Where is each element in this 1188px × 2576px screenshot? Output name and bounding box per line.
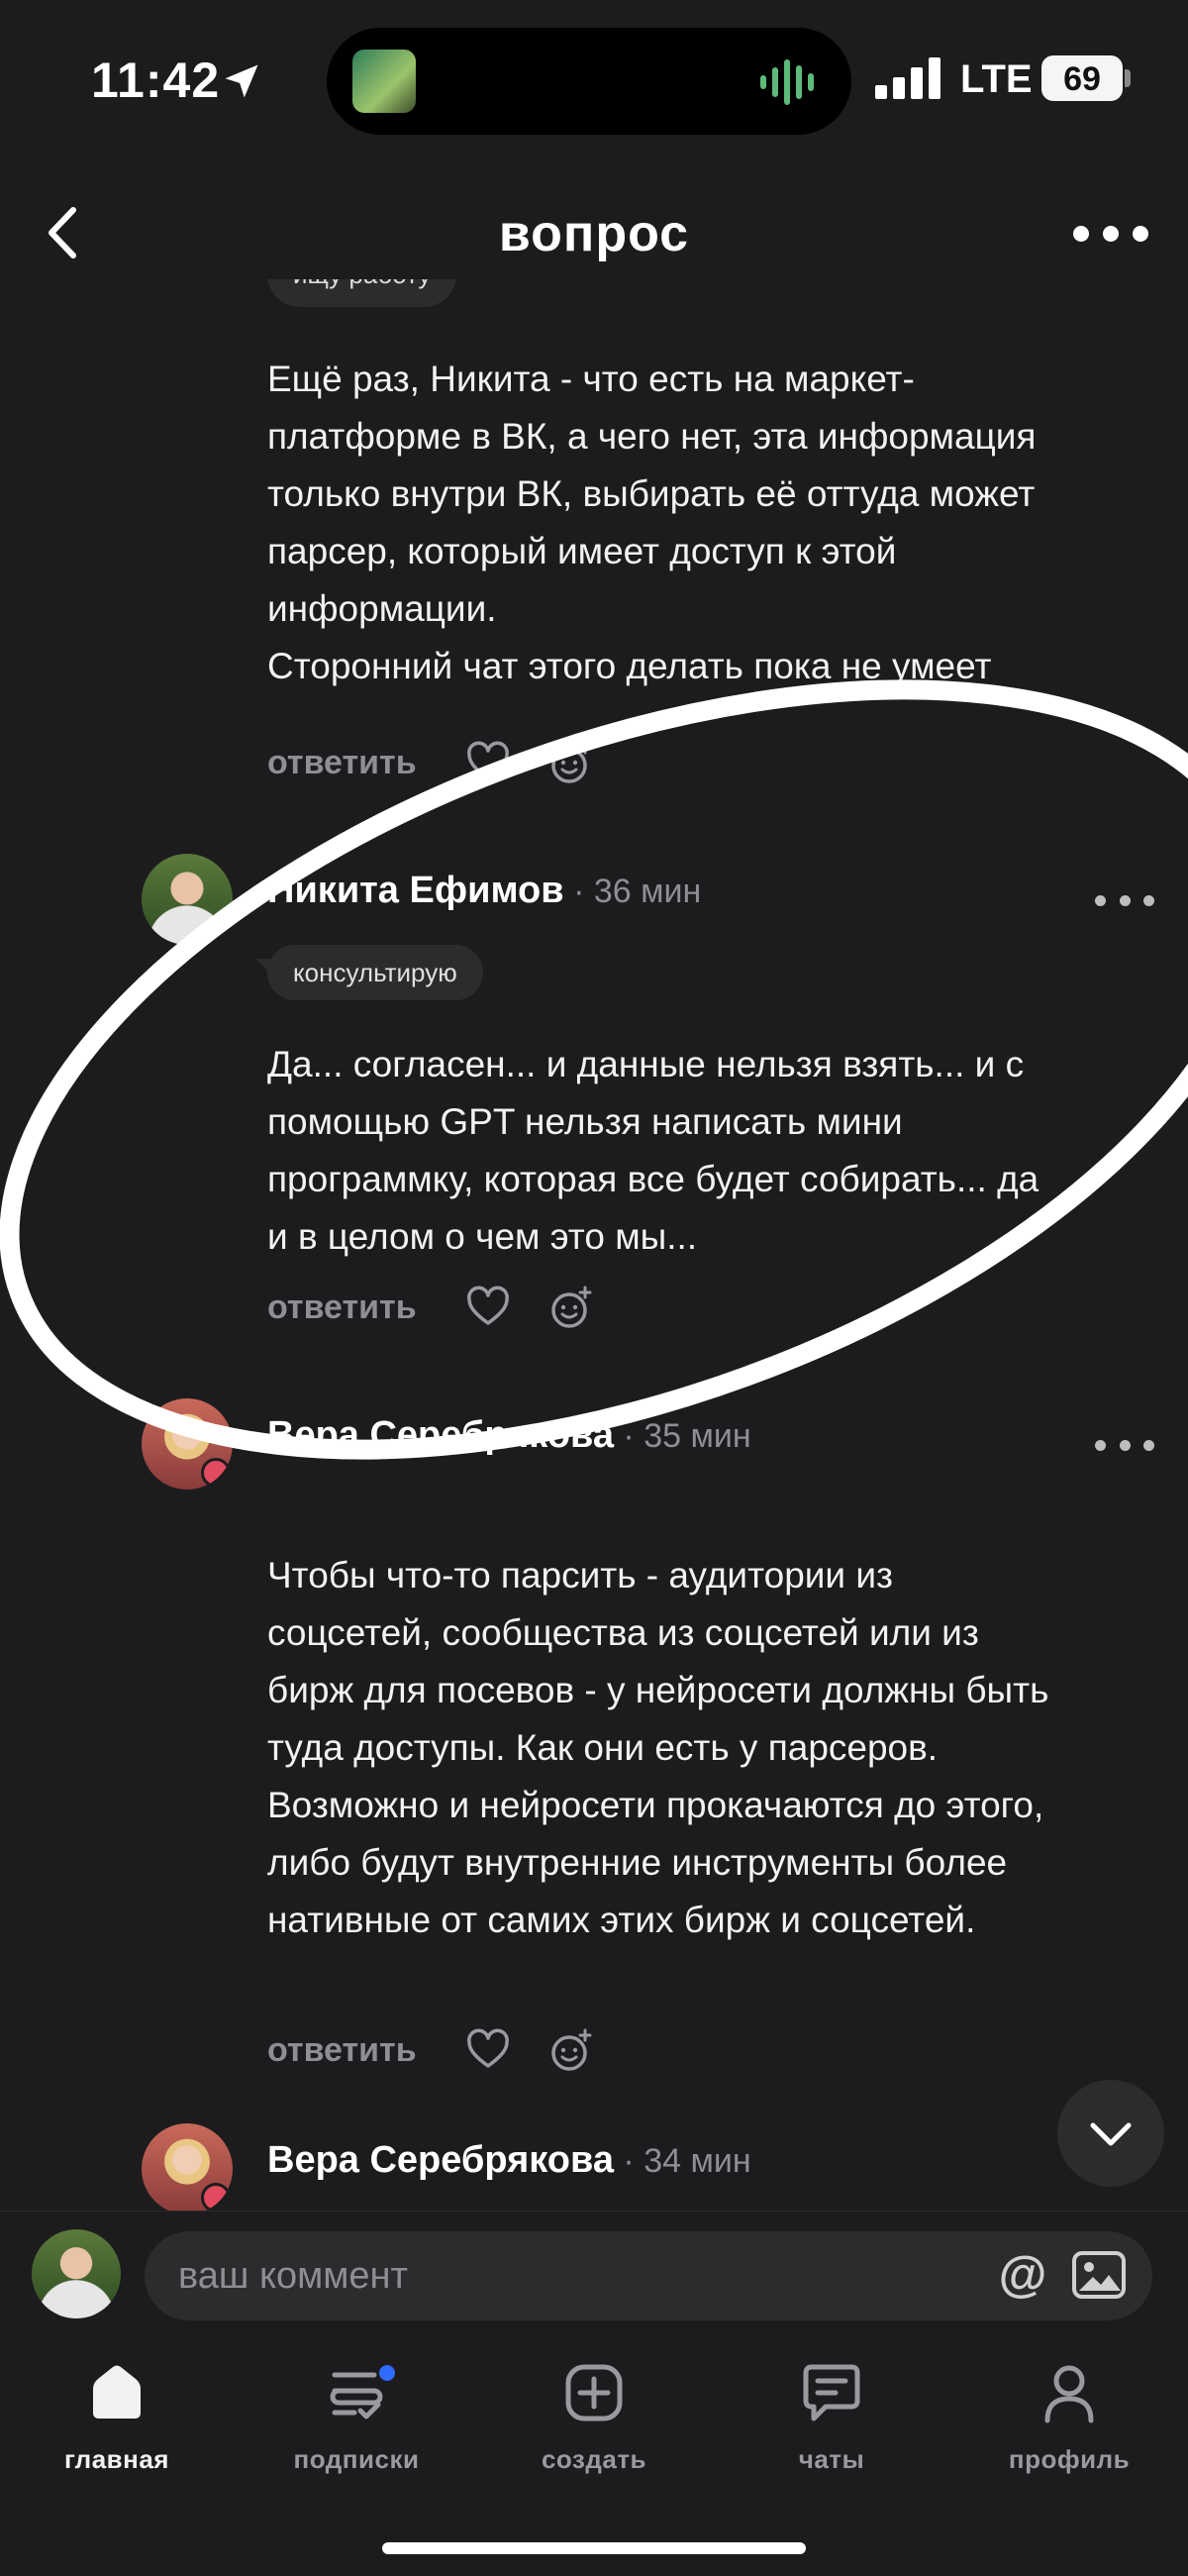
comment-text: Чтобы что-то парсить - аудитории из соцс… <box>267 1555 1049 1940</box>
add-reaction-icon[interactable] <box>547 2026 595 2074</box>
attach-image-icon[interactable] <box>1069 2245 1129 2305</box>
comment-author[interactable]: Вера Серебрякова · 34 мин <box>267 2139 751 2182</box>
user-tag: ищу работу <box>267 279 457 307</box>
comment-time: · 34 мин <box>613 2142 751 2180</box>
cellular-signal-icon <box>875 57 940 99</box>
tab-profile[interactable]: профиль <box>970 2361 1168 2480</box>
comment-actions: ответить <box>267 735 631 790</box>
comment-actions: ответить <box>267 2022 631 2078</box>
comments-feed[interactable]: ищу работу Ещё раз, Никита - что есть на… <box>0 279 1188 2211</box>
location-arrow-icon <box>225 64 258 98</box>
plus-square-icon <box>565 2364 623 2421</box>
avatar[interactable] <box>142 2123 233 2211</box>
home-icon <box>93 2365 141 2419</box>
tab-home[interactable]: главная <box>18 2361 216 2480</box>
comment-time: · 35 мин <box>613 1417 751 1455</box>
comment-actions: ответить <box>267 1280 631 1335</box>
network-type: LTE <box>960 57 1033 101</box>
new-badge-dot <box>379 2365 395 2381</box>
author-name[interactable]: Вера Серебрякова <box>267 2139 614 2181</box>
home-indicator[interactable] <box>382 2542 806 2554</box>
comment-author[interactable]: Никита Ефимов · 36 мин <box>267 870 701 912</box>
chat-bubble-icon <box>803 2364 860 2421</box>
tab-create[interactable]: создать <box>495 2361 693 2480</box>
add-reaction-icon[interactable] <box>547 1284 595 1331</box>
comment-more-button[interactable] <box>1095 1430 1154 1460</box>
battery-level: 69 <box>1063 60 1101 98</box>
battery-icon: 69 <box>1041 55 1131 101</box>
reply-button[interactable]: ответить <box>267 2031 417 2070</box>
tab-subscriptions[interactable]: подписки <box>257 2361 455 2480</box>
tab-label: профиль <box>1008 2444 1131 2474</box>
tab-label: подписки <box>293 2444 420 2474</box>
comment-author[interactable]: Вера Серебрякова · 35 мин <box>267 1414 751 1457</box>
navigation-bar: вопрос <box>0 168 1188 297</box>
heart-icon[interactable] <box>464 739 512 786</box>
scroll-to-bottom-button[interactable] <box>1057 2080 1164 2187</box>
heart-icon[interactable] <box>464 2026 512 2074</box>
reply-button[interactable]: ответить <box>267 744 417 782</box>
more-options-button[interactable] <box>1061 204 1160 263</box>
avatar[interactable] <box>142 1398 233 1490</box>
current-user-avatar <box>32 2229 121 2318</box>
comment-time: · 36 мин <box>563 873 702 910</box>
status-bar: 11:42 LTE 69 <box>0 0 1188 158</box>
audio-waveform-icon <box>760 59 814 105</box>
user-icon <box>1044 2365 1094 2423</box>
chevron-down-icon <box>1090 2122 1132 2146</box>
comment-composer: @ <box>0 2211 1188 2339</box>
tab-chats[interactable]: чаты <box>733 2361 931 2480</box>
tab-label: чаты <box>798 2444 865 2474</box>
tab-label: главная <box>64 2444 169 2474</box>
add-reaction-icon[interactable] <box>547 739 595 786</box>
status-time: 11:42 <box>91 52 221 108</box>
reply-button[interactable]: ответить <box>267 1288 417 1327</box>
user-tag: консультирую <box>255 945 483 1000</box>
page-title: вопрос <box>498 205 690 262</box>
tab-bar: главная подписки создать чаты профиль <box>0 2339 1188 2576</box>
dynamic-island[interactable] <box>327 28 851 135</box>
author-name[interactable]: Никита Ефимов <box>267 870 564 911</box>
now-playing-thumbnail <box>352 50 416 113</box>
author-name[interactable]: Вера Серебрякова <box>267 1414 614 1456</box>
comment-text: Ещё раз, Никита - что есть на маркет- пл… <box>267 359 1037 686</box>
avatar[interactable] <box>142 854 233 945</box>
mention-button[interactable]: @ <box>994 2243 1051 2305</box>
comment-text: Да... согласен... и данные нельзя взять.… <box>267 1044 1040 1257</box>
tab-label: создать <box>541 2444 647 2474</box>
heart-icon[interactable] <box>464 1284 512 1331</box>
comment-more-button[interactable] <box>1095 885 1154 915</box>
